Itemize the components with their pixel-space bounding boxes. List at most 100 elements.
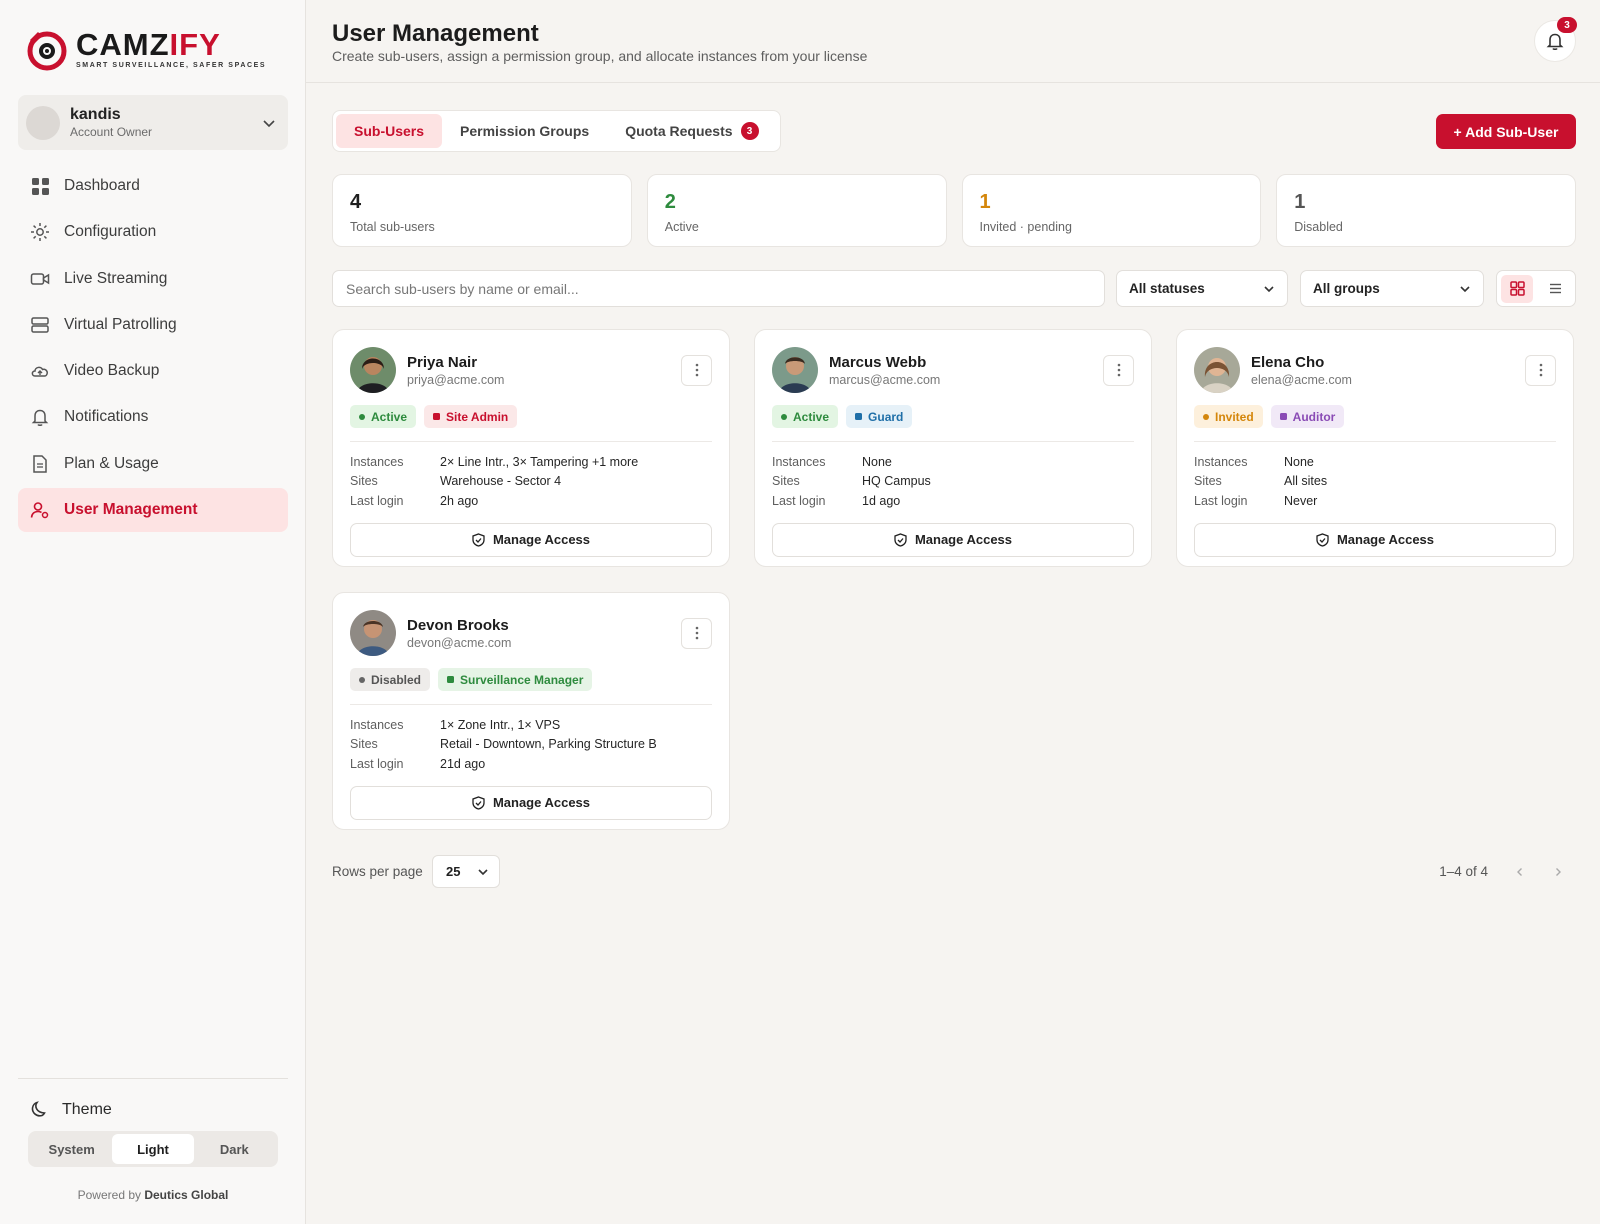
- theme-option-light[interactable]: Light: [112, 1134, 194, 1164]
- last-login-value: 1d ago: [862, 493, 901, 508]
- sites-value: HQ Campus: [862, 474, 931, 489]
- user-card: Priya Nair priya@acme.com Active Site Ad…: [332, 329, 730, 567]
- instances-value: None: [1284, 454, 1314, 469]
- manage-access-button[interactable]: Manage Access: [350, 522, 712, 557]
- more-options-button[interactable]: [1103, 354, 1134, 386]
- sidebar-item-video-backup[interactable]: Video Backup: [18, 349, 288, 393]
- field-label: Sites: [772, 474, 800, 489]
- manage-access-button[interactable]: Manage Access: [1194, 522, 1556, 557]
- field-label: Last login: [350, 756, 404, 771]
- sites-value: All sites: [1284, 474, 1328, 489]
- sites-value: Warehouse - Sector 4: [440, 474, 562, 489]
- sidebar-item-virtual-patrolling[interactable]: Virtual Patrolling: [18, 303, 288, 347]
- page-subtitle: Create sub-users, assign a permission gr…: [332, 48, 868, 64]
- sidebar-item-label: Configuration: [64, 223, 157, 241]
- field-label: Sites: [350, 737, 378, 752]
- camzify-logo[interactable]: CAMZIFY SMART SURVEILLANCE, SAFER SPACES: [24, 26, 266, 72]
- chevron-down-icon: [1460, 285, 1470, 292]
- sidebar-item-configuration[interactable]: Configuration: [18, 210, 288, 254]
- sidebar-item-label: Notifications: [64, 408, 149, 426]
- sidebar-item-plan-usage[interactable]: Plan & Usage: [18, 442, 288, 486]
- account-role: Account Owner: [70, 125, 153, 139]
- user-card: Devon Brooks devon@acme.com Disabled Sur…: [332, 592, 730, 830]
- instances-value: 2× Line Intr., 3× Tampering +1 more: [440, 454, 639, 469]
- status-badge: Active: [350, 405, 417, 428]
- user-gear-icon: [30, 500, 50, 520]
- avatar: [772, 347, 818, 393]
- sites-value: Retail - Downtown, Parking Structure B: [440, 737, 657, 752]
- list-view-button[interactable]: [1539, 275, 1571, 303]
- server-icon: [30, 315, 50, 335]
- more-options-button[interactable]: [681, 354, 712, 386]
- sidebar-item-notifications[interactable]: Notifications: [18, 395, 288, 439]
- theme-option-system[interactable]: System: [31, 1134, 112, 1164]
- moon-icon: [31, 1101, 46, 1117]
- stat-value: 1: [979, 191, 991, 213]
- page-title: User Management: [332, 20, 539, 47]
- sidebar-item-label: Virtual Patrolling: [64, 315, 177, 333]
- chevron-right-icon: [1556, 868, 1561, 876]
- manage-access-button[interactable]: Manage Access: [772, 522, 1134, 557]
- group-badge: Auditor: [1270, 405, 1345, 428]
- sidebar-nav: Dashboard Configuration Live Streaming V…: [18, 164, 288, 534]
- shield-check-icon: [894, 532, 907, 547]
- stat-label: Invited · pending: [979, 220, 1072, 234]
- status-filter-select[interactable]: All statuses: [1116, 270, 1288, 307]
- user-card: Elena Cho elena@acme.com Invited Auditor…: [1176, 329, 1574, 567]
- sidebar: CAMZIFY SMART SURVEILLANCE, SAFER SPACES…: [0, 0, 306, 1224]
- quota-count-badge: 3: [740, 122, 759, 140]
- next-page-button[interactable]: [1546, 860, 1570, 884]
- user-name: Elena Cho: [1251, 353, 1325, 371]
- previous-page-button[interactable]: [1508, 860, 1532, 884]
- grid-icon: [30, 176, 50, 196]
- avatar: [26, 105, 60, 140]
- field-label: Last login: [1194, 493, 1248, 508]
- sidebar-item-label: Plan & Usage: [64, 454, 159, 472]
- rows-per-page-select[interactable]: 25: [432, 855, 500, 888]
- page-header: User Management Create sub-users, assign…: [306, 0, 1600, 83]
- user-name: Devon Brooks: [407, 616, 509, 634]
- sidebar-item-user-management[interactable]: User Management: [18, 488, 288, 533]
- powered-by-link[interactable]: Deutics Global: [144, 1188, 228, 1202]
- manage-access-button[interactable]: Manage Access: [350, 785, 712, 820]
- list-icon: [1549, 283, 1561, 294]
- sidebar-item-live-streaming[interactable]: Live Streaming: [18, 257, 288, 301]
- sidebar-item-dashboard[interactable]: Dashboard: [18, 164, 288, 208]
- user-email: priya@acme.com: [407, 372, 505, 387]
- tab-sub-users[interactable]: Sub-Users: [336, 114, 443, 148]
- stat-card-active: 2 Active: [646, 174, 947, 247]
- group-filter-select[interactable]: All groups: [1300, 270, 1484, 307]
- notifications-button[interactable]: 3: [1534, 17, 1577, 62]
- more-options-button[interactable]: [1525, 354, 1556, 386]
- pagination: Rows per page 25 1–4 of 4: [332, 855, 1576, 890]
- theme-switcher: System Light Dark: [28, 1131, 278, 1167]
- shield-check-icon: [472, 795, 485, 810]
- avatar: [1194, 347, 1240, 393]
- tab-bar: Sub-Users Permission Groups Quota Reques…: [332, 110, 781, 152]
- stat-card-disabled: 1 Disabled: [1276, 174, 1576, 247]
- sidebar-item-label: Dashboard: [64, 177, 140, 194]
- stat-card-total: 4 Total sub-users: [332, 174, 632, 247]
- grid-view-button[interactable]: [1501, 274, 1533, 303]
- search-input[interactable]: Search sub-users by name or email...: [332, 270, 1105, 307]
- more-options-button[interactable]: [681, 617, 712, 649]
- theme-label: Theme: [62, 1101, 112, 1118]
- add-sub-user-button[interactable]: + Add Sub-User: [1436, 114, 1576, 149]
- field-label: Instances: [1194, 454, 1248, 469]
- tab-quota-requests[interactable]: Quota Requests 3: [607, 114, 776, 148]
- theme-option-dark[interactable]: Dark: [194, 1134, 275, 1164]
- field-label: Instances: [350, 717, 404, 732]
- field-label: Last login: [772, 493, 826, 508]
- instances-value: None: [862, 454, 892, 469]
- instances-value: 1× Zone Intr., 1× VPS: [440, 717, 561, 732]
- cloud-upload-icon: [30, 361, 50, 381]
- chevron-down-icon: [478, 868, 488, 875]
- field-label: Instances: [772, 454, 826, 469]
- shield-check-icon: [472, 532, 485, 547]
- user-email: devon@acme.com: [407, 635, 512, 650]
- kebab-icon: [695, 626, 698, 640]
- chevron-down-icon: [263, 119, 275, 127]
- stat-card-invited: 1 Invited · pending: [961, 174, 1262, 247]
- account-switcher[interactable]: kandis Account Owner: [18, 95, 288, 150]
- tab-permission-groups[interactable]: Permission Groups: [442, 114, 607, 148]
